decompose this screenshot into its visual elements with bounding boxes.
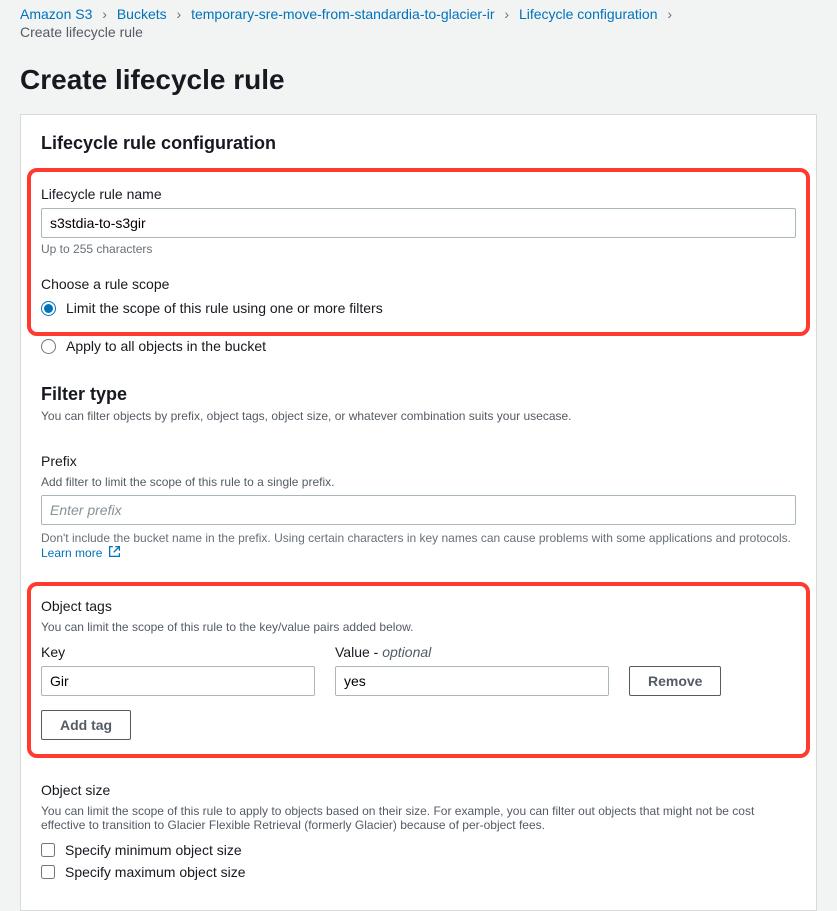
tag-key-input[interactable] <box>41 666 315 696</box>
scope-label: Choose a rule scope <box>41 276 796 292</box>
max-size-checkbox[interactable] <box>41 865 55 879</box>
learn-more-link[interactable]: Learn more <box>41 546 121 560</box>
breadcrumb: Amazon S3 › Buckets › temporary-sre-move… <box>0 0 837 44</box>
max-size-label: Specify maximum object size <box>65 864 246 880</box>
scope-radio-all-label: Apply to all objects in the bucket <box>66 338 266 354</box>
config-panel: Lifecycle rule configuration Lifecycle r… <box>20 114 817 911</box>
breadcrumb-sep: › <box>102 6 107 22</box>
object-tags-title: Object tags <box>41 598 796 614</box>
breadcrumb-link-bucket[interactable]: temporary-sre-move-from-standardia-to-gl… <box>191 6 494 22</box>
scope-radio-limit-label: Limit the scope of this rule using one o… <box>66 300 383 316</box>
scope-radio-all[interactable] <box>41 339 56 354</box>
breadcrumb-sep: › <box>177 6 182 22</box>
breadcrumb-link-s3[interactable]: Amazon S3 <box>20 6 92 22</box>
object-size-desc: You can limit the scope of this rule to … <box>41 804 796 832</box>
highlight-name-scope: Lifecycle rule name Up to 255 characters… <box>27 168 810 336</box>
breadcrumb-current: Create lifecycle rule <box>20 24 817 40</box>
rule-name-input[interactable] <box>41 208 796 238</box>
breadcrumb-sep: › <box>667 6 672 22</box>
external-link-icon <box>108 545 121 558</box>
breadcrumb-sep: › <box>504 6 509 22</box>
breadcrumb-link-lifecycle[interactable]: Lifecycle configuration <box>519 6 658 22</box>
remove-tag-button[interactable]: Remove <box>629 666 721 696</box>
prefix-label: Prefix <box>41 453 796 469</box>
page-title: Create lifecycle rule <box>0 44 837 114</box>
highlight-object-tags: Object tags You can limit the scope of t… <box>27 582 810 758</box>
tag-value-label: Value - optional <box>335 644 609 660</box>
prefix-input[interactable] <box>41 495 796 525</box>
rule-name-help: Up to 255 characters <box>41 242 796 256</box>
object-size-title: Object size <box>41 782 796 798</box>
filter-type-desc: You can filter objects by prefix, object… <box>41 409 796 423</box>
tag-key-label: Key <box>41 644 315 660</box>
prefix-desc: Add filter to limit the scope of this ru… <box>41 475 796 489</box>
filter-type-title: Filter type <box>41 384 796 405</box>
min-size-label: Specify minimum object size <box>65 842 242 858</box>
prefix-help: Don't include the bucket name in the pre… <box>41 531 796 560</box>
rule-name-label: Lifecycle rule name <box>41 186 796 202</box>
section-title-config: Lifecycle rule configuration <box>41 133 796 154</box>
object-tags-desc: You can limit the scope of this rule to … <box>41 620 796 634</box>
scope-radio-limit[interactable] <box>41 301 56 316</box>
min-size-checkbox[interactable] <box>41 843 55 857</box>
add-tag-button[interactable]: Add tag <box>41 710 131 740</box>
tag-value-input[interactable] <box>335 666 609 696</box>
breadcrumb-link-buckets[interactable]: Buckets <box>117 6 167 22</box>
